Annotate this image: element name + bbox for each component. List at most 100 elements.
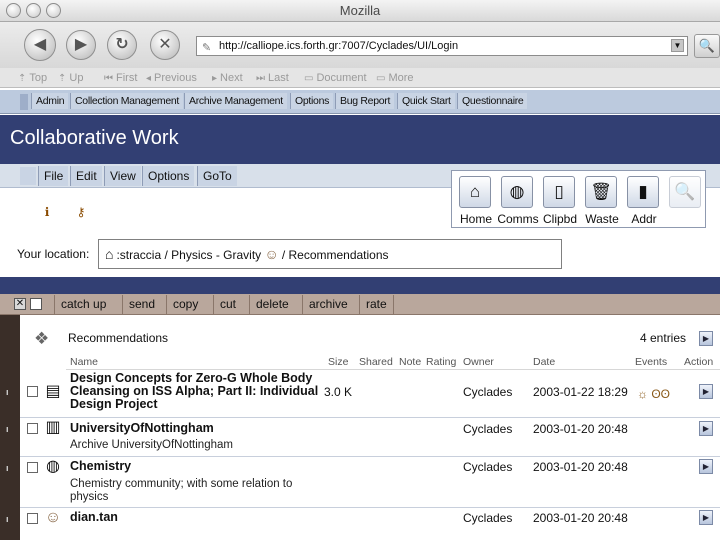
clipboard-icon: ▯ [543,176,575,208]
row-action-button[interactable]: ▶ [699,459,713,474]
action-cut[interactable]: cut [213,295,242,314]
select-all-checkbox[interactable]: ✕ [14,298,26,310]
action-send[interactable]: send [122,295,161,314]
col-action[interactable]: Action [684,356,713,368]
browser-toolbar: ◀ ▶ ↻ ✕ ✎ http://calliope.ics.forth.gr:7… [0,22,720,68]
reload-button[interactable]: ↻ [107,30,137,60]
row-name-link[interactable]: Design Concepts for Zero-G Whole Body Cl… [70,372,322,411]
site-navigation-bar: ⇡ Top ⇡ Up ⏮ First ◂ Previous ▸ Next ⏭ Last ▭ D… [0,68,720,88]
row-date: 2003-01-20 20:48 [533,422,628,436]
site-nav-up[interactable]: ⇡ Up [58,72,83,84]
row-events[interactable]: ☼ ʘʘ [637,387,670,401]
menu-file[interactable]: File [38,166,69,186]
window-titlebar: Mozilla [0,0,720,22]
url-field[interactable]: ✎ http://calliope.ics.forth.gr:7007/Cycl… [196,36,688,56]
separator-band [0,277,720,294]
app-menu-admin[interactable]: Admin [31,93,69,109]
site-nav-last[interactable]: ⏭ Last [256,72,289,84]
document-icon: ▤ [45,383,61,400]
col-events[interactable]: Events [635,356,667,368]
site-nav-next[interactable]: ▸ Next [212,72,243,84]
menu-options[interactable]: Options [142,166,195,186]
row-description: Chemistry community; with some relation … [70,478,293,503]
row-owner: Cyclades [463,422,513,436]
page-icon: ✎ [202,42,212,54]
location-breadcrumb: ⌂:straccia / Physics - Gravity ☺ / Recomm… [98,239,562,269]
archive-icon: ▥ [45,419,61,436]
listing-title: Recommendations [68,331,169,345]
up-icon: ⇡ [58,73,67,84]
row-checkbox[interactable] [27,386,38,397]
previous-icon: ◂ [146,73,152,84]
row-date: 2003-01-22 18:29 [533,385,628,399]
row-action-button[interactable]: ▶ [699,421,713,436]
select-none-checkbox[interactable] [30,298,42,310]
row-checkbox[interactable] [27,423,38,434]
back-button[interactable]: ◀ [24,29,56,61]
col-owner[interactable]: Owner [463,356,494,368]
app-menu-questionnaire[interactable]: Questionnaire [457,93,528,109]
app-menu-lead [20,94,28,110]
action-copy[interactable]: copy [166,295,204,314]
breadcrumb-path[interactable]: :straccia / Physics - Gravity [116,248,261,262]
app-menu-quick-start[interactable]: Quick Start [397,93,455,109]
col-name[interactable]: Name [70,356,98,368]
app-menu-collection-management[interactable]: Collection Management [70,93,184,109]
action-archive[interactable]: archive [302,295,354,314]
row-name-link[interactable]: UniversityOfNottingham [70,422,322,435]
toolbox-search[interactable]: 🔍 [663,173,711,227]
action-rate[interactable]: rate [359,295,394,314]
row-divider [20,507,720,508]
menu-view[interactable]: View [104,166,141,186]
url-dropdown-icon[interactable]: ▼ [671,39,684,52]
location-row: Your location: ⌂:straccia / Physics - Gr… [0,231,720,277]
row-date: 2003-01-20 20:48 [533,511,628,525]
folder-icon: ▭ [376,73,386,84]
col-date[interactable]: Date [533,356,555,368]
menu-goto[interactable]: GoTo [197,166,237,186]
first-icon: ⏮ [104,73,113,84]
site-nav-top[interactable]: ⇡ Top [18,72,47,84]
row-checkbox[interactable] [27,462,38,473]
globe-icon: ◍ [501,176,533,208]
col-shared[interactable]: Shared [359,356,393,368]
home-icon[interactable]: ⌂ [105,240,113,268]
search-button[interactable]: 🔍 [694,34,720,58]
row-marker: ı [6,463,9,473]
site-nav-previous[interactable]: ◂ Previous [146,72,197,84]
action-delete[interactable]: delete [249,295,295,314]
col-size[interactable]: Size [328,356,348,368]
document-icon: ▭ [304,73,314,84]
toolbox-addr[interactable]: ▮ Addr [621,173,669,227]
listing-go-button[interactable]: ▶ [699,331,713,346]
site-nav-more[interactable]: ▭ More [376,72,414,84]
page-title: Collaborative Work [10,127,179,149]
site-nav-first[interactable]: ⏮ First [104,72,137,84]
row-name-link[interactable]: Chemistry [70,460,322,473]
app-menu-options[interactable]: Options [290,93,334,109]
row-marker: ı [6,387,9,397]
recommendations-listing: ❖ Recommendations 4 entries ▶ Name Size … [6,318,720,540]
url-text: http://calliope.ics.forth.gr:7007/Cyclad… [219,40,459,52]
row-action-button[interactable]: ▶ [699,384,713,399]
row-checkbox[interactable] [27,513,38,524]
breadcrumb-current: / Recommendations [281,248,389,262]
row-action-button[interactable]: ▶ [699,510,713,525]
app-menu-archive-management[interactable]: Archive Management [184,93,287,109]
site-nav-document[interactable]: ▭ Document [304,72,367,84]
forward-button[interactable]: ▶ [66,30,96,60]
stop-button[interactable]: ✕ [150,30,180,60]
row-name-link[interactable]: dian.tan [70,511,322,524]
row-divider [20,456,720,457]
menu-edit[interactable]: Edit [70,166,102,186]
key-icon[interactable]: ⚷ [74,205,88,219]
col-rating[interactable]: Rating [426,356,456,368]
info-icon[interactable]: ℹ [40,205,54,219]
main-menu-lead [20,167,36,185]
app-menu-bug-report[interactable]: Bug Report [335,93,395,109]
action-catch-up[interactable]: catch up [54,295,112,314]
col-note[interactable]: Note [399,356,421,368]
row-description: Archive UniversityOfNottingham [70,439,233,451]
trash-icon: 🗑 [585,176,617,208]
person-icon: ☺ [264,246,279,262]
